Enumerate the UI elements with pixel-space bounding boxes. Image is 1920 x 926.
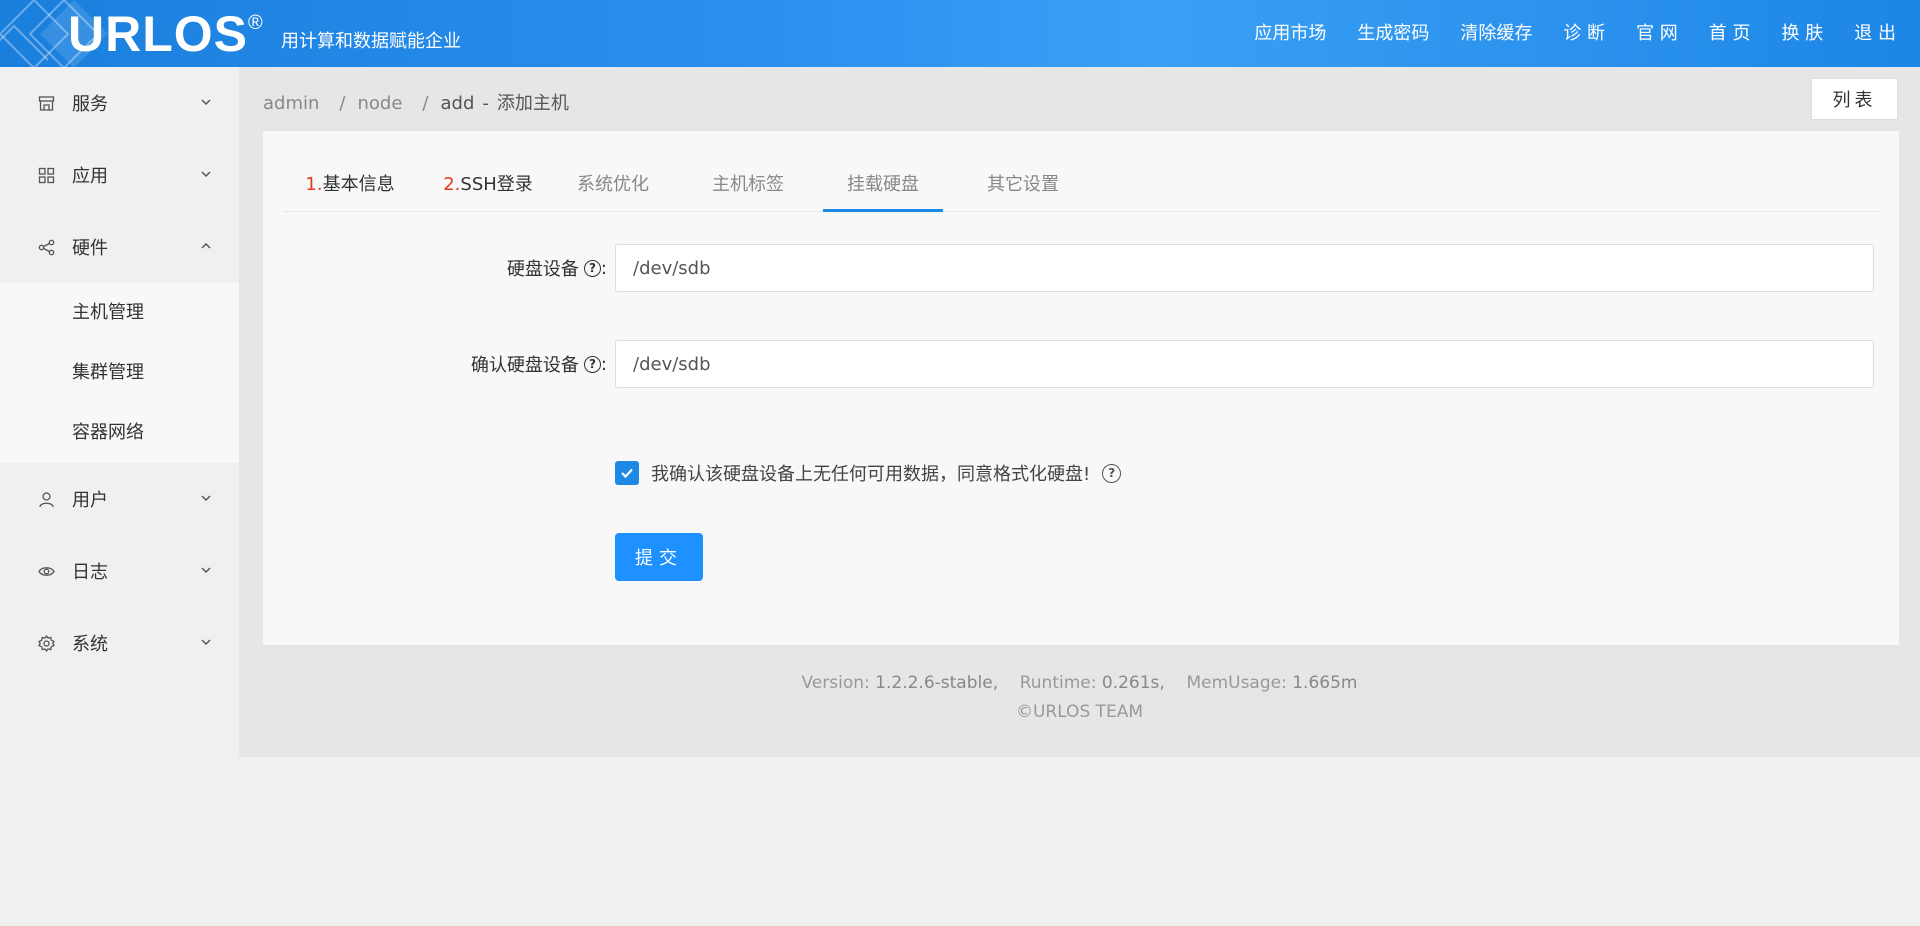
- chevron-up-icon: [201, 242, 211, 249]
- nav-diagnose[interactable]: 诊 断: [1563, 0, 1605, 67]
- nav-official-site[interactable]: 官 网: [1636, 0, 1678, 67]
- sidebar-item-users[interactable]: 用户: [0, 463, 239, 535]
- runtime-value: 0.261s,: [1101, 673, 1165, 693]
- sidebar-item-label: 服务: [72, 94, 108, 115]
- question-icon[interactable]: ?: [583, 355, 601, 373]
- tab-other-settings[interactable]: 其它设置: [973, 161, 1073, 212]
- sidebar-item-label: 用户: [72, 490, 108, 511]
- tab-bar: 1.基本信息 2.SSH登录 系统优化 主机标签 挂载硬盘 其它设置: [283, 161, 1879, 212]
- confirm-disk-device-input[interactable]: [615, 340, 1874, 388]
- store-icon: [38, 95, 55, 112]
- slogan: 用计算和数据赋能企业: [281, 31, 461, 52]
- format-confirm-row: 我确认该硬盘设备上无任何可用数据，同意格式化硬盘! ?: [615, 460, 1122, 486]
- question-icon[interactable]: ?: [583, 259, 601, 277]
- sidebar-item-hardware[interactable]: 硬件: [0, 211, 239, 283]
- sidebar-subitem-host-management[interactable]: 主机管理: [0, 283, 239, 343]
- disk-device-label: 硬盘设备 ? :: [506, 257, 607, 281]
- nav-home[interactable]: 首 页: [1709, 0, 1751, 67]
- sidebar: 服务 应用 硬件 主机管理 集群管理 容器网络 用户 日志 系统: [0, 67, 239, 926]
- share-icon: [38, 239, 55, 256]
- eye-icon: [38, 563, 55, 580]
- confirm-disk-device-label: 确认硬盘设备 ? :: [470, 353, 607, 377]
- nav-logout[interactable]: 退 出: [1854, 0, 1896, 67]
- breadcrumb: admin / node / add - 添加主机: [263, 93, 569, 114]
- version-value: 1.2.2.6-stable,: [875, 673, 999, 693]
- nav-generate-password[interactable]: 生成密码: [1357, 0, 1429, 67]
- breadcrumb-dash: -: [482, 93, 489, 114]
- tab-system-optimize[interactable]: 系统优化: [563, 161, 663, 212]
- breadcrumb-add: add: [440, 93, 475, 114]
- format-confirm-checkbox[interactable]: [615, 461, 639, 485]
- sidebar-item-label: 系统: [72, 634, 108, 655]
- sidebar-item-label: 应用: [72, 166, 108, 187]
- tab-mount-disk[interactable]: 挂载硬盘: [823, 161, 943, 212]
- disk-device-input[interactable]: [615, 244, 1874, 292]
- breadcrumb-node[interactable]: node: [357, 93, 402, 114]
- footer-team: ©URLOS TEAM: [1015, 702, 1144, 722]
- sidebar-subitem-container-network[interactable]: 容器网络: [0, 403, 239, 463]
- user-icon: [38, 491, 55, 508]
- chevron-down-icon: [201, 99, 211, 106]
- breadcrumb-admin[interactable]: admin: [263, 93, 319, 114]
- nav-change-skin[interactable]: 换 肤: [1782, 0, 1824, 67]
- tab-host-tags[interactable]: 主机标签: [698, 161, 798, 212]
- top-nav: 应用市场 生成密码 清除缓存 诊 断 官 网 首 页 换 肤 退 出: [1223, 0, 1896, 67]
- nav-clear-cache[interactable]: 清除缓存: [1460, 0, 1532, 67]
- mem-usage-value: 1.665m: [1292, 673, 1358, 693]
- gear-icon: [38, 634, 55, 652]
- sidebar-item-system[interactable]: 系统: [0, 607, 239, 679]
- page-title: 添加主机: [496, 93, 569, 114]
- question-icon[interactable]: ?: [1102, 463, 1122, 483]
- list-button[interactable]: 列表: [1811, 78, 1898, 120]
- format-confirm-label[interactable]: 我确认该硬盘设备上无任何可用数据，同意格式化硬盘!: [651, 460, 1090, 486]
- sidebar-item-apps[interactable]: 应用: [0, 139, 239, 211]
- hardware-submenu: 主机管理 集群管理 容器网络: [0, 283, 239, 463]
- logo[interactable]: URLOS: [68, 4, 248, 64]
- nav-app-market[interactable]: 应用市场: [1254, 0, 1326, 67]
- sidebar-item-service[interactable]: 服务: [0, 67, 239, 139]
- footer-stats: Version: 1.2.2.6-stable, Runtime: 0.261s…: [801, 673, 1358, 693]
- chevron-down-icon: [201, 567, 211, 574]
- sidebar-subitem-cluster-management[interactable]: 集群管理: [0, 343, 239, 403]
- top-header: URLOS ® 用计算和数据赋能企业 应用市场 生成密码 清除缓存 诊 断 官 …: [0, 0, 1920, 67]
- chevron-down-icon: [201, 495, 211, 502]
- sidebar-item-label: 日志: [72, 562, 108, 583]
- submit-button[interactable]: 提交: [615, 533, 703, 581]
- chevron-down-icon: [201, 171, 211, 178]
- tab-ssh-login[interactable]: 2.SSH登录: [443, 161, 533, 212]
- grid-icon: [38, 167, 55, 184]
- logo-registered-mark: ®: [248, 12, 263, 34]
- checkmark-icon: [621, 468, 633, 479]
- main-content: admin / node / add - 添加主机 列表 1.基本信息 2.SSH登录 系统…: [239, 67, 1920, 757]
- chevron-down-icon: [201, 639, 211, 646]
- footer: Version: 1.2.2.6-stable, Runtime: 0.261s…: [239, 669, 1920, 727]
- tab-basic-info[interactable]: 1.基本信息: [305, 161, 395, 212]
- form-card: 1.基本信息 2.SSH登录 系统优化 主机标签 挂载硬盘 其它设置 硬盘设备 …: [263, 131, 1899, 645]
- sidebar-item-logs[interactable]: 日志: [0, 535, 239, 607]
- sidebar-item-label: 硬件: [72, 238, 108, 259]
